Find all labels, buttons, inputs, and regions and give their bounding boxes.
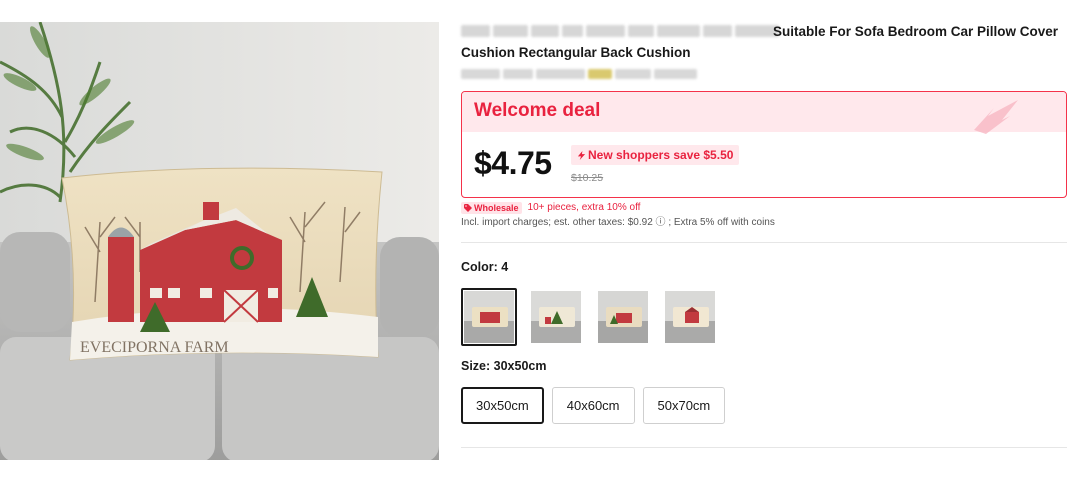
color-option-2[interactable] <box>528 288 584 346</box>
tag-icon <box>464 204 472 212</box>
wholesale-tag-label: Wholesale <box>474 203 519 213</box>
product-title-tail: Suitable For Sofa Bedroom Car Pillow Cov… <box>773 24 1059 39</box>
color-2-thumbnail <box>531 291 581 343</box>
pillow-on-sofa-photo: EVECIPORNA FARM <box>0 22 439 460</box>
current-price: $4.75 <box>474 145 552 181</box>
size-option-40x60[interactable]: 40x60cm <box>551 387 635 424</box>
wholesale-text: 10+ pieces, extra 10% off <box>527 202 641 213</box>
color-4-thumbnail <box>665 291 715 343</box>
blurred-title-text <box>461 25 779 37</box>
size-option-30x50[interactable]: 30x50cm <box>461 387 544 424</box>
welcome-deal-box: Welcome deal $4.75 New shoppers save $5.… <box>461 91 1067 198</box>
divider <box>461 447 1067 448</box>
tax-info: Incl. import charges; est. other taxes: … <box>461 217 775 228</box>
color-3-thumbnail <box>598 291 648 343</box>
product-main-image[interactable]: EVECIPORNA FARM <box>0 22 439 460</box>
wholesale-row: Wholesale 10+ pieces, extra 10% off <box>461 201 1067 215</box>
size-label: Size: 30x50cm <box>461 359 547 373</box>
new-shopper-save-badge: New shoppers save $5.50 <box>571 145 740 165</box>
deal-title: Welcome deal <box>474 100 601 121</box>
color-option-3[interactable] <box>595 288 651 346</box>
size-options: 30x50cm 40x60cm 50x70cm <box>461 387 1067 424</box>
product-title: Suitable For Sofa Bedroom Car Pillow Cov… <box>461 22 1067 41</box>
divider <box>461 242 1067 243</box>
color-option-1[interactable] <box>461 288 517 346</box>
flame-icon <box>577 151 586 160</box>
color-option-4[interactable] <box>662 288 718 346</box>
deal-decoration-icon <box>974 100 1018 134</box>
blurred-rating-row <box>461 69 697 79</box>
deal-header: Welcome deal <box>462 92 1066 134</box>
product-info: Suitable For Sofa Bedroom Car Pillow Cov… <box>461 22 1067 448</box>
size-option-50x70[interactable]: 50x70cm <box>642 387 726 424</box>
wholesale-tag: Wholesale <box>461 202 522 214</box>
color-1-thumbnail <box>464 291 514 343</box>
color-options <box>461 288 1067 346</box>
original-price: $10.25 <box>571 172 604 184</box>
pillow-text: EVECIPORNA FARM <box>80 339 229 356</box>
color-label: Color: 4 <box>461 260 509 274</box>
product-title-line-2: Cushion Rectangular Back Cushion <box>461 45 691 60</box>
save-badge-text: New shoppers save $5.50 <box>588 148 734 162</box>
